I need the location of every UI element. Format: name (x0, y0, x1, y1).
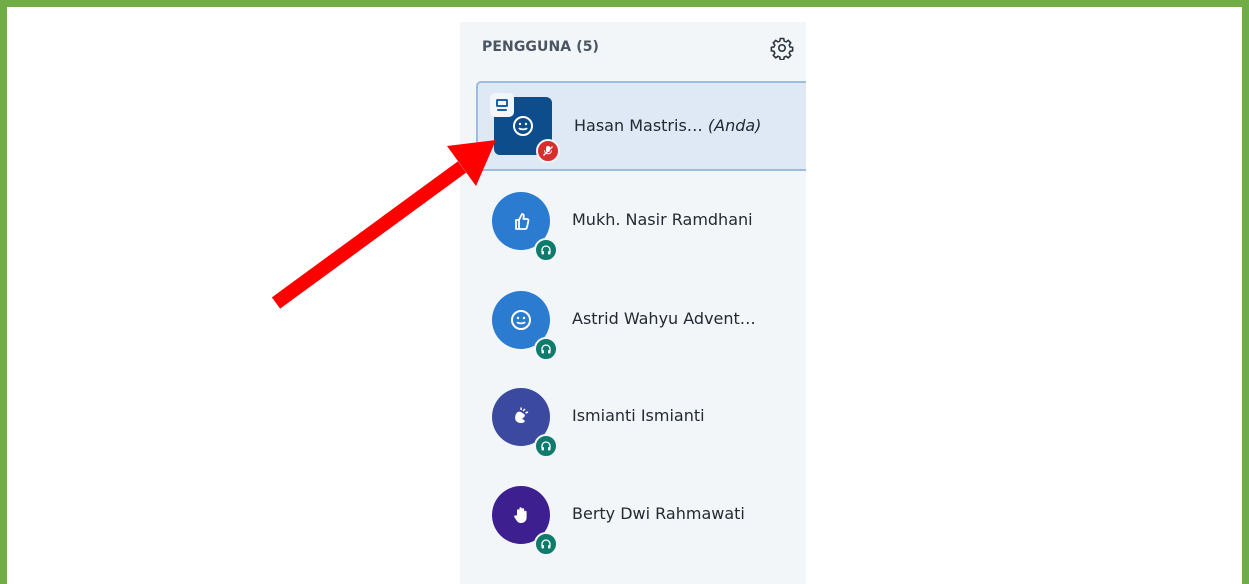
current-user-suffix: (Anda) (707, 116, 762, 135)
muted-mic-icon (536, 139, 560, 163)
user-name: Astrid Wahyu Advent… (572, 309, 756, 328)
user-name: Hasan Mastris… (Anda) (574, 116, 761, 135)
user-name: Ismianti Ismianti (572, 406, 705, 425)
user-list-item-current[interactable]: Hasan Mastris… (Anda) (476, 81, 806, 171)
user-list-item[interactable]: Berty Dwi Rahmawati (476, 472, 806, 562)
users-panel-title: PENGGUNA (5) (482, 39, 600, 55)
users-panel-header: PENGGUNA (5) (460, 22, 806, 76)
thumbs-up-icon (515, 213, 530, 230)
applause-icon (515, 407, 529, 424)
user-name-text: Hasan Mastris… (574, 116, 703, 135)
listen-only-headphone-icon (534, 532, 558, 556)
listen-only-headphone-icon (534, 434, 558, 458)
user-name: Mukh. Nasir Ramdhani (572, 210, 753, 229)
listen-only-headphone-icon (534, 238, 558, 262)
user-list-item[interactable]: Astrid Wahyu Advent… (476, 277, 806, 367)
gear-icon[interactable] (770, 36, 794, 60)
user-name: Berty Dwi Rahmawati (572, 504, 745, 523)
presenter-icon (490, 93, 514, 117)
user-list-item[interactable]: Mukh. Nasir Ramdhani (476, 178, 806, 268)
raise-hand-icon (514, 507, 527, 523)
listen-only-headphone-icon (534, 337, 558, 361)
smiley-icon (513, 116, 533, 136)
user-list-item[interactable]: Ismianti Ismianti (476, 374, 806, 464)
smiley-icon (511, 310, 531, 330)
users-panel: PENGGUNA (5) Hasan Mastris… (Anda) Mukh.… (460, 22, 806, 584)
